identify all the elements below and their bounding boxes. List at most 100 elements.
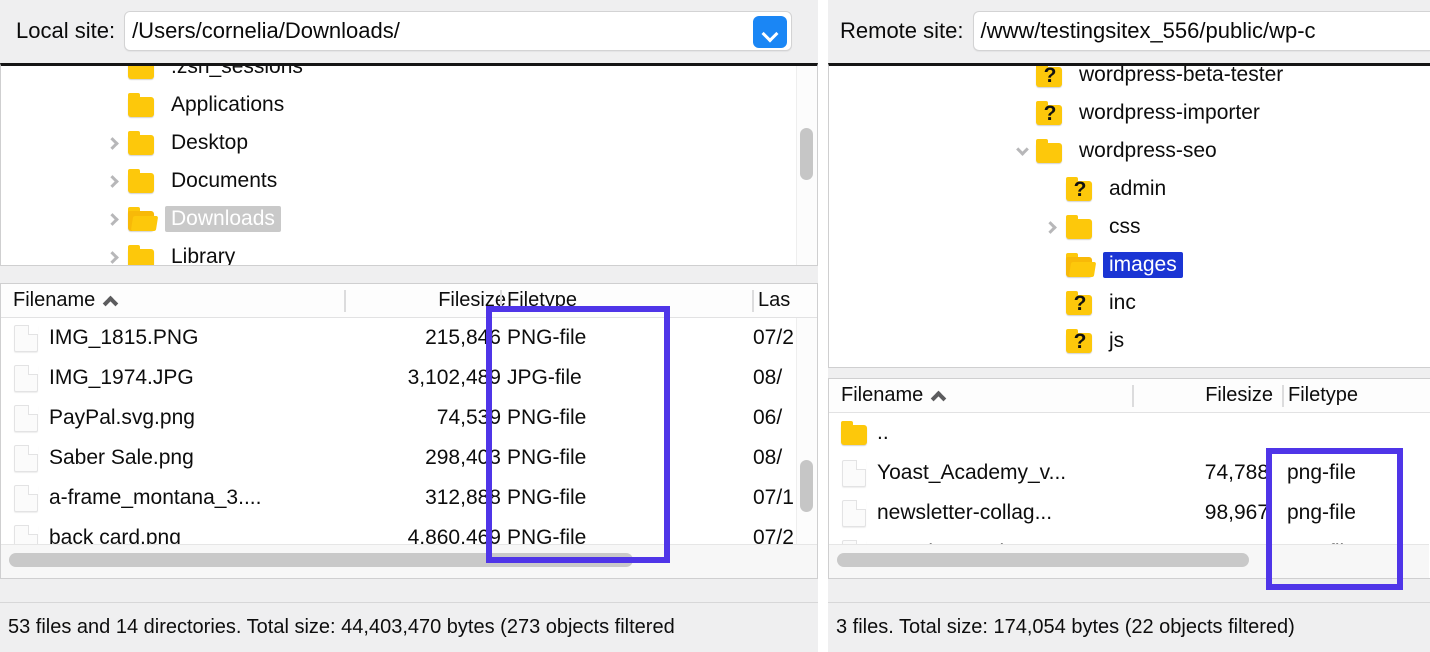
cell-filesize: 98,967 <box>1129 493 1269 533</box>
cell-filetype: JPG-file <box>507 358 737 398</box>
cell-filename: .. <box>877 413 1127 453</box>
folder-unknown-icon: ? <box>1035 101 1065 125</box>
folder-open-icon <box>1065 253 1095 277</box>
table-row[interactable]: PayPal.svg.png74,539PNG-file06/ <box>1 398 817 438</box>
table-row[interactable]: IMG_1974.JPG3,102,489JPG-file08/ <box>1 358 817 398</box>
remote-tree-item-label: inc <box>1103 290 1142 316</box>
remote-path-field[interactable]: /www/testingsitex_556/public/wp-c <box>973 11 1430 51</box>
cell-filename: IMG_1974.JPG <box>49 358 339 398</box>
column-header-filesize[interactable]: Filesize <box>1129 384 1273 407</box>
cell-filename: a-frame_montana_3.... <box>49 478 339 518</box>
table-row[interactable]: a-frame_montana_3....312,888PNG-file07/1 <box>1 478 817 518</box>
local-directory-tree[interactable]: .zsh_sessionsApplicationsDesktopDocument… <box>0 63 818 266</box>
chevron-right-icon[interactable] <box>101 215 127 224</box>
remote-directory-tree[interactable]: ?wordpress-beta-tester?wordpress-importe… <box>828 63 1430 368</box>
column-header-filetype[interactable]: Filetype <box>1288 384 1358 407</box>
table-row[interactable]: Yoast_Academy_v...74,788png-file <box>829 453 1430 493</box>
cell-filename: Saber Sale.png <box>49 438 339 478</box>
remote-tree-item[interactable]: css <box>829 208 1430 246</box>
remote-path-bar: Remote site: /www/testingsitex_556/publi… <box>828 0 1430 62</box>
remote-tree-item-label: images <box>1103 252 1183 278</box>
local-tree-item-label: Downloads <box>165 206 281 232</box>
remote-path-value[interactable]: /www/testingsitex_556/public/wp-c <box>974 18 1430 44</box>
folder-icon <box>1035 139 1065 163</box>
column-divider[interactable] <box>752 290 754 312</box>
cell-filetype: PNG-file <box>507 438 737 478</box>
column-header-filename[interactable]: Filename <box>13 289 116 312</box>
table-row[interactable]: newsletter-collag...98,967 png-file <box>829 493 1430 533</box>
column-header-filesize[interactable]: Filesize <box>341 289 506 312</box>
remote-tree-item-label: admin <box>1103 176 1172 202</box>
folder-unknown-icon: ? <box>1065 329 1095 353</box>
local-tree-scrollbar[interactable] <box>796 66 817 265</box>
local-file-list[interactable]: Filename Filesize Filetype Las IMG_1815.… <box>0 283 818 579</box>
cell-filetype: PNG-file <box>507 398 737 438</box>
folder-icon <box>127 131 157 155</box>
cell-filename: newsletter-collag... <box>877 493 1127 533</box>
remote-tree-item[interactable]: wordpress-seo <box>829 132 1430 170</box>
remote-tree-item[interactable]: ? admin <box>829 170 1430 208</box>
table-row[interactable]: IMG_1815.PNG215,846PNG-file07/2 <box>1 318 817 358</box>
folder-open-icon <box>127 207 157 231</box>
local-tree-item[interactable]: Documents <box>1 162 817 200</box>
cell-filesize: 3,102,489 <box>341 358 501 398</box>
document-icon <box>14 365 38 392</box>
cell-filesize: 215,846 <box>341 318 501 358</box>
local-tree-item[interactable]: Library <box>1 238 817 266</box>
remote-tree-item-label: css <box>1103 214 1147 240</box>
local-tree-scrollbar-thumb[interactable] <box>800 128 813 180</box>
remote-list-hscrollbar[interactable] <box>829 544 1429 578</box>
chevron-down-icon[interactable] <box>1009 149 1035 154</box>
table-row[interactable]: .. <box>829 413 1430 453</box>
remote-list-hscrollbar-thumb[interactable] <box>837 553 1249 567</box>
remote-file-list[interactable]: Filename Filesize Filetype ..Yoast_Acade… <box>828 378 1430 579</box>
chevron-down-icon <box>763 28 777 37</box>
folder-icon <box>840 421 870 445</box>
chevron-right-icon[interactable] <box>1039 223 1065 232</box>
chevron-right-icon[interactable] <box>101 253 127 262</box>
remote-tree-item-label: js <box>1103 328 1130 354</box>
cell-filename: IMG_1815.PNG <box>49 318 339 358</box>
local-list-scrollbar[interactable] <box>796 318 817 545</box>
folder-icon <box>127 63 157 79</box>
column-header-filename[interactable]: Filename <box>841 384 944 407</box>
cell-filetype: PNG-file <box>507 318 737 358</box>
remote-status-bar: 3 files. Total size: 174,054 bytes (22 o… <box>828 602 1430 652</box>
folder-icon <box>127 245 157 266</box>
column-header-filetype[interactable]: Filetype <box>507 289 577 312</box>
remote-tree-item[interactable]: ? js <box>829 322 1430 360</box>
folder-unknown-icon: ? <box>1065 177 1095 201</box>
local-list-scrollbar-thumb[interactable] <box>800 460 813 512</box>
local-file-list-header: Filename Filesize Filetype Las <box>1 284 817 318</box>
local-tree-item[interactable]: Applications <box>1 86 817 124</box>
column-header-lastmodified[interactable]: Las <box>758 289 790 312</box>
remote-tree-item[interactable]: ?inc <box>829 284 1430 322</box>
pane-splitter[interactable] <box>818 0 828 652</box>
remote-tree-item-label: wordpress-seo <box>1073 138 1223 164</box>
local-path-dropdown-button[interactable] <box>753 16 787 48</box>
folder-icon <box>1065 215 1095 239</box>
remote-tree-item[interactable]: ?wordpress-importer <box>829 94 1430 132</box>
local-path-bar: Local site: /Users/cornelia/Downloads/ <box>0 0 820 62</box>
local-path-value[interactable]: /Users/cornelia/Downloads/ <box>125 18 791 44</box>
column-divider[interactable] <box>1282 385 1284 407</box>
local-list-hscrollbar[interactable] <box>1 544 817 578</box>
remote-tree-item[interactable]: images <box>829 246 1430 284</box>
local-tree-item[interactable]: Downloads <box>1 200 817 238</box>
folder-icon <box>127 169 157 193</box>
local-tree-item-label: Library <box>165 244 241 266</box>
local-tree-item[interactable]: Desktop <box>1 124 817 162</box>
table-row[interactable]: Saber Sale.png298,403PNG-file08/ <box>1 438 817 478</box>
local-tree-item[interactable]: .zsh_sessions <box>1 63 817 86</box>
column-divider[interactable] <box>500 290 502 312</box>
remote-status-text: 3 files. Total size: 174,054 bytes (22 o… <box>836 616 1295 639</box>
document-icon <box>842 460 866 487</box>
remote-tree-item[interactable]: ?wordpress-beta-tester <box>829 63 1430 94</box>
cell-filetype: png-file <box>1287 493 1427 533</box>
document-icon <box>14 445 38 472</box>
chevron-right-icon[interactable] <box>101 177 127 186</box>
local-list-hscrollbar-thumb[interactable] <box>9 553 633 567</box>
remote-file-list-header: Filename Filesize Filetype <box>829 379 1430 413</box>
local-path-field[interactable]: /Users/cornelia/Downloads/ <box>124 11 792 51</box>
chevron-right-icon[interactable] <box>101 139 127 148</box>
